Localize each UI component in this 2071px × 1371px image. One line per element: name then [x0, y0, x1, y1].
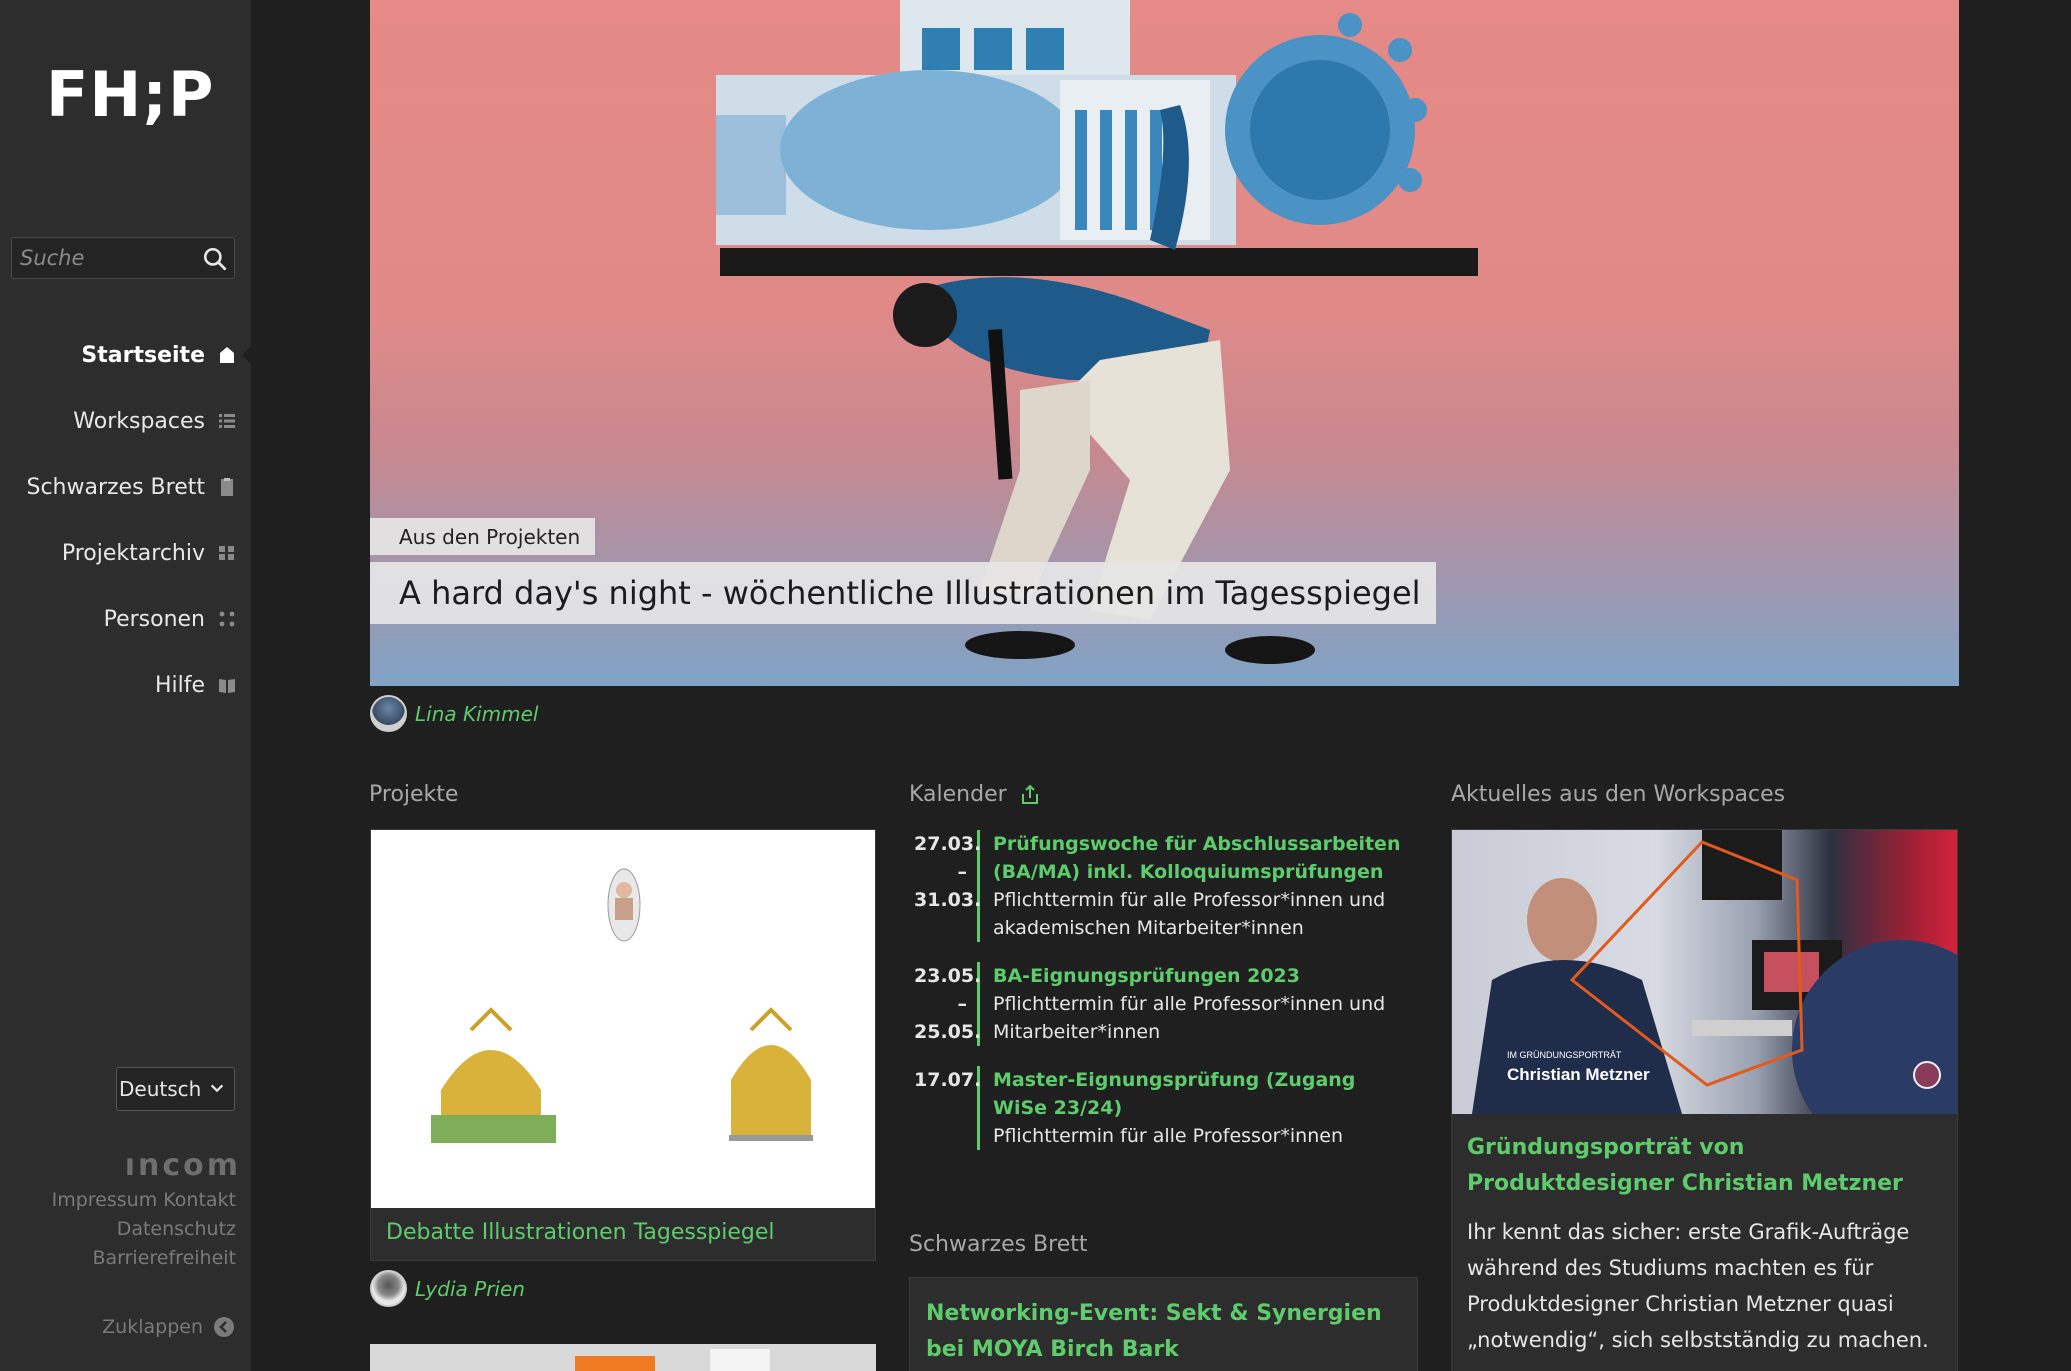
avatar — [370, 695, 407, 732]
footer-links: Impressum Kontakt Datenschutz Barrierefr… — [52, 1186, 236, 1273]
workspace-news-card[interactable]: IM GRÜNDUNGSPORTRÄT Christian Metzner Gr… — [1451, 829, 1958, 1371]
workspaces-heading: Aktuelles aus den Workspaces — [1451, 782, 1786, 807]
hero-title[interactable]: A hard day's night - wöchentliche Illust… — [370, 562, 1436, 624]
author-name: Lina Kimmel — [415, 701, 539, 726]
hero-category-tag: Aus den Projekten — [370, 518, 596, 555]
calendar-date: 27.03. – 31.03. — [914, 830, 981, 942]
calendar-event-title[interactable]: Master-Eignungsprüfung (Zugang WiSe 23/2… — [993, 1066, 1414, 1122]
export-icon[interactable] — [1019, 784, 1041, 806]
hero-author[interactable]: Lina Kimmel — [370, 695, 539, 732]
nav-item-label: Projektarchiv — [61, 540, 205, 566]
board-heading: Schwarzes Brett — [909, 1232, 1088, 1257]
main-nav: Startseite Workspaces Schwarzes Brett Pr… — [1, 322, 237, 718]
workspace-news-text: Ihr kennt das sicher: erste Grafik-Auftr… — [1467, 1220, 1929, 1352]
logo[interactable]: FH;P — [46, 58, 214, 131]
chevron-left-circle-icon — [214, 1317, 234, 1337]
workspace-news-image: IM GRÜNDUNGSPORTRÄT Christian Metzner — [1452, 830, 1957, 1114]
project-image — [371, 830, 875, 1208]
nav-item-schwarzes-brett[interactable]: Schwarzes Brett — [1, 454, 237, 520]
nav-item-label: Personen — [103, 606, 205, 632]
calendar-entry: 23.05. – 25.05. BA-Eignungsprüfungen 202… — [914, 962, 1414, 1046]
sidebar: FH;P Startseite Workspaces Schwarzes Bre… — [0, 0, 251, 1371]
calendar-event-title[interactable]: BA-Eignungsprüfungen 2023 — [993, 962, 1414, 990]
collapse-label: Zuklappen — [102, 1316, 203, 1338]
collapse-button[interactable]: Zuklappen — [102, 1316, 235, 1338]
nav-item-hilfe[interactable]: Hilfe — [1, 652, 237, 718]
language-select[interactable]: Deutsch — [116, 1067, 235, 1111]
image-caption-name: Christian Metzner — [1507, 1065, 1650, 1084]
calendar-entry: 27.03. – 31.03. Prüfungswoche für Abschl… — [914, 830, 1414, 942]
grid-icon — [219, 546, 234, 560]
nav-item-projektarchiv[interactable]: Projektarchiv — [1, 520, 237, 586]
chevron-down-icon — [210, 1084, 224, 1093]
search-icon[interactable] — [202, 246, 228, 272]
calendar-list: 27.03. – 31.03. Prüfungswoche für Abschl… — [914, 830, 1414, 1170]
search-box — [11, 237, 235, 279]
list-icon — [219, 414, 235, 428]
calendar-event-title[interactable]: Prüfungswoche für Abschlussarbeiten (BA/… — [993, 830, 1414, 886]
calendar-date: 23.05. – 25.05. — [914, 962, 981, 1046]
calendar-event-desc: Pflichttermin für alle Professor*innen — [993, 1125, 1343, 1147]
workspace-news-title[interactable]: Gründungsporträt von Produktdesigner Chr… — [1467, 1130, 1937, 1202]
book-icon — [219, 679, 235, 693]
avatar — [370, 1270, 407, 1307]
project-card-next[interactable] — [370, 1344, 876, 1371]
footer-link-datenschutz[interactable]: Datenschutz — [52, 1215, 236, 1244]
nav-item-startseite[interactable]: Startseite — [1, 322, 237, 388]
footer-link-impressum[interactable]: Impressum — [52, 1189, 158, 1211]
project-title[interactable]: Debatte Illustrationen Tagesspiegel — [386, 1220, 775, 1245]
calendar-event-desc: Pflichttermin für alle Professor*innen u… — [993, 889, 1386, 939]
nav-item-label: Hilfe — [154, 672, 205, 698]
projects-heading: Projekte — [369, 782, 459, 807]
nav-item-label: Workspaces — [73, 408, 205, 434]
nav-item-label: Startseite — [81, 342, 205, 368]
nav-item-personen[interactable]: Personen — [1, 586, 237, 652]
search-input[interactable] — [20, 244, 200, 272]
home-icon — [220, 347, 234, 363]
board-card-title[interactable]: Networking-Event: Sekt & Synergien bei M… — [926, 1296, 1396, 1368]
calendar-heading-label: Kalender — [909, 782, 1007, 807]
calendar-event-desc: Pflichttermin für alle Professor*innen u… — [993, 993, 1386, 1043]
project-image — [575, 1349, 770, 1371]
calendar-heading: Kalender — [909, 782, 1041, 807]
board-card[interactable]: Networking-Event: Sekt & Synergien bei M… — [909, 1277, 1418, 1371]
project-card[interactable]: Debatte Illustrationen Tagesspiegel — [370, 829, 876, 1261]
project-author[interactable]: Lydia Prien — [370, 1270, 525, 1307]
calendar-date: 17.07. — [914, 1066, 981, 1150]
slider-dot[interactable] — [1913, 1061, 1941, 1089]
hero-banner[interactable]: Aus den Projekten A hard day's night - w… — [370, 0, 1959, 686]
image-caption-small: IM GRÜNDUNGSPORTRÄT — [1507, 1050, 1622, 1060]
footer-link-barrierefreiheit[interactable]: Barrierefreiheit — [52, 1244, 236, 1273]
language-value: Deutsch — [119, 1077, 202, 1101]
nav-item-workspaces[interactable]: Workspaces — [1, 388, 237, 454]
footer-link-kontakt[interactable]: Kontakt — [163, 1189, 236, 1211]
clipboard-icon — [221, 478, 233, 496]
calendar-entry: 17.07. Master-Eignungsprüfung (Zugang Wi… — [914, 1066, 1414, 1150]
dots-icon — [219, 611, 235, 627]
nav-item-label: Schwarzes Brett — [26, 474, 205, 500]
author-name: Lydia Prien — [415, 1276, 525, 1301]
incom-logo[interactable]: ıncom — [125, 1148, 241, 1183]
